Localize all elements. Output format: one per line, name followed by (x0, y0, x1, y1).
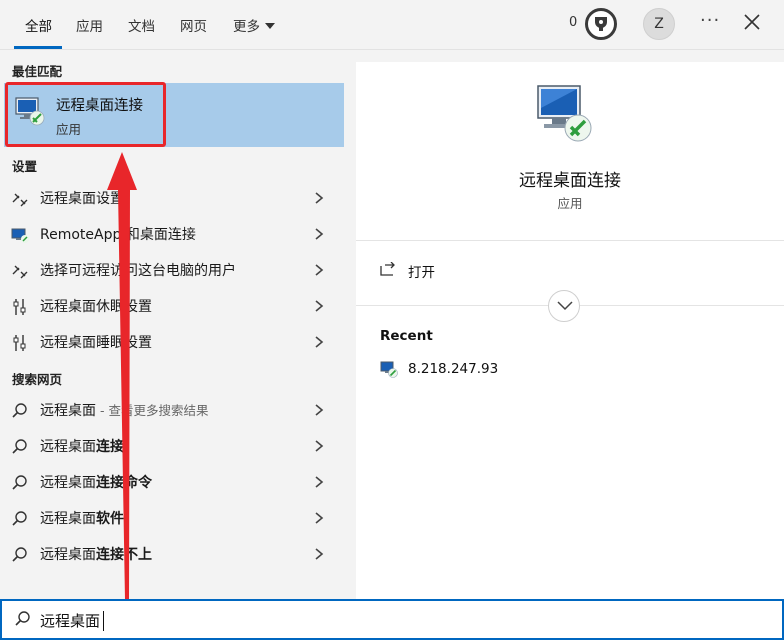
web-result-label: 远程桌面软件 (40, 511, 124, 527)
list-item-label: 远程桌面睡眠设置 (40, 335, 152, 351)
more-options-icon[interactable]: ··· (700, 10, 720, 31)
chevron-right-icon (315, 404, 324, 416)
web-result-label: 远程桌面连接 (40, 439, 124, 455)
chevron-right-icon (315, 336, 324, 348)
remote-link-icon (12, 265, 28, 279)
recent-heading: Recent (380, 328, 433, 344)
tab-documents[interactable]: 文档 (128, 15, 155, 35)
remote-desktop-icon (380, 361, 398, 378)
details-pane: 远程桌面连接 应用 打开 Recent 8.218.247.93 (356, 62, 784, 599)
close-icon[interactable] (742, 12, 762, 32)
tab-more-label: 更多 (233, 19, 260, 35)
chevron-right-icon (315, 228, 324, 240)
web-result-label: 远程桌面 - 查看更多搜索结果 (40, 403, 209, 419)
search-icon (15, 611, 30, 626)
web-result-item[interactable]: 远程桌面连接不上 (0, 536, 340, 572)
chevron-down-icon (557, 301, 573, 311)
list-item-label: 远程桌面休眠设置 (40, 299, 152, 315)
remote-link-icon (12, 193, 28, 207)
list-item[interactable]: 远程桌面设置 (0, 180, 340, 216)
text-cursor (103, 611, 104, 631)
web-result-item[interactable]: 远程桌面软件 (0, 500, 340, 536)
list-item-label: 选择可远程访问这台电脑的用户 (40, 263, 236, 279)
list-item[interactable]: 远程桌面睡眠设置 (0, 324, 340, 360)
list-item-label: RemoteApp 和桌面连接 (40, 227, 196, 243)
chevron-right-icon (315, 476, 324, 488)
tab-more[interactable]: 更多 (233, 15, 275, 35)
search-bar[interactable] (0, 599, 784, 640)
chevron-right-icon (315, 264, 324, 276)
sliders-icon (13, 299, 26, 315)
best-match-heading: 最佳匹配 (12, 64, 63, 79)
reward-points: 0 (569, 15, 578, 30)
search-icon (12, 439, 27, 454)
chevron-right-icon (315, 192, 324, 204)
web-result-label: 远程桌面连接不上 (40, 547, 152, 563)
tab-web[interactable]: 网页 (180, 15, 207, 35)
search-icon (12, 511, 27, 526)
web-result-item[interactable]: 远程桌面 - 查看更多搜索结果 (0, 392, 340, 428)
list-item[interactable]: 远程桌面休眠设置 (0, 288, 340, 324)
open-action[interactable]: 打开 (408, 261, 435, 281)
avatar[interactable]: Z (643, 8, 675, 40)
search-input[interactable] (40, 608, 740, 632)
active-tab-indicator (14, 46, 62, 49)
sliders-icon (13, 335, 26, 351)
tab-all[interactable]: 全部 (25, 15, 52, 35)
web-search-heading: 搜索网页 (12, 372, 63, 387)
list-item-label: 远程桌面设置 (40, 191, 124, 207)
monitor-icon (11, 228, 29, 243)
search-icon (12, 403, 27, 418)
web-result-label: 远程桌面连接命令 (40, 475, 152, 491)
open-icon (380, 262, 395, 276)
list-item[interactable]: 选择可远程访问这台电脑的用户 (0, 252, 340, 288)
annotation-highlight-box (5, 82, 166, 147)
chevron-right-icon (315, 512, 324, 524)
details-app-title: 远程桌面连接 (519, 171, 621, 191)
search-icon (12, 475, 27, 490)
settings-heading: 设置 (12, 159, 38, 174)
chevron-down-icon (265, 23, 275, 29)
chevron-right-icon (315, 300, 324, 312)
search-icon (12, 547, 27, 562)
remote-desktop-large-icon (537, 85, 592, 142)
details-app-type: 应用 (557, 196, 583, 211)
web-result-item[interactable]: 远程桌面连接 (0, 428, 340, 464)
web-result-item[interactable]: 远程桌面连接命令 (0, 464, 340, 500)
tab-apps[interactable]: 应用 (76, 15, 103, 35)
rewards-icon[interactable] (585, 8, 617, 40)
chevron-right-icon (315, 440, 324, 452)
expand-button[interactable] (548, 290, 580, 322)
chevron-right-icon (315, 548, 324, 560)
top-bar: 全部 应用 文档 网页 更多 0 Z ··· (0, 0, 784, 50)
list-item[interactable]: RemoteApp 和桌面连接 (0, 216, 340, 252)
recent-item[interactable]: 8.218.247.93 (408, 361, 498, 377)
divider (356, 240, 784, 241)
